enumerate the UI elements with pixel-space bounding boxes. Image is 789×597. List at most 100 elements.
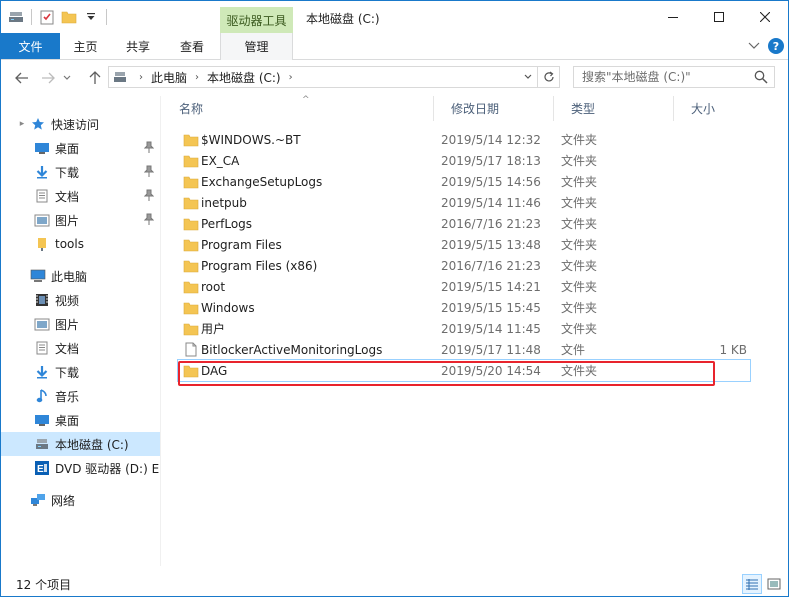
pin-icon[interactable] (143, 213, 155, 228)
address-bar[interactable]: › 此电脑 › 本地磁盘 (C:) › (108, 66, 560, 88)
sidebar-item-downloads-pc[interactable]: 下载 (1, 360, 160, 384)
pin-icon[interactable] (143, 165, 155, 180)
dvd-drive-icon: E (33, 459, 51, 477)
file-type: 文件夹 (561, 238, 598, 252)
breadcrumb-separator[interactable]: › (195, 72, 199, 83)
list-item[interactable]: 用户 2019/5/14 11:45 文件夹 (178, 318, 750, 339)
download-icon (33, 163, 51, 181)
file-type: 文件夹 (561, 364, 598, 378)
sidebar-item-dvd-drive[interactable]: E DVD 驱动器 (D:) E (1, 456, 160, 480)
sidebar-item-local-disk[interactable]: 本地磁盘 (C:) (1, 432, 160, 456)
up-button[interactable] (86, 68, 104, 88)
minimize-button[interactable] (650, 1, 696, 33)
list-item[interactable]: PerfLogs 2016/7/16 21:23 文件夹 (178, 213, 750, 234)
column-header-size[interactable]: 大小 (674, 96, 754, 121)
sidebar-item-downloads[interactable]: 下载 (1, 160, 160, 184)
breadcrumb-this-pc[interactable]: 此电脑 (151, 67, 187, 87)
new-folder-icon[interactable] (60, 8, 78, 26)
tab-manage[interactable]: 管理 (220, 33, 293, 60)
list-item[interactable]: DAG 2019/5/20 14:54 文件夹 (177, 359, 751, 382)
sidebar-item-label: 桌面 (55, 413, 80, 428)
file-list: $WINDOWS.~BT 2019/5/14 12:32 文件夹 EX_CA 2… (162, 129, 788, 389)
search-box[interactable] (573, 66, 775, 88)
sidebar-item-quick-access[interactable]: ▸ 快速访问 (1, 112, 160, 136)
file-type: 文件夹 (561, 322, 598, 336)
drive-tools-context-label: 驱动器工具 (220, 7, 293, 33)
list-item[interactable]: inetpub 2019/5/14 11:46 文件夹 (178, 192, 750, 213)
folder-icon (183, 153, 199, 169)
sidebar-item-videos[interactable]: 视频 (1, 288, 160, 312)
file-type: 文件夹 (561, 175, 598, 189)
video-icon (33, 291, 51, 309)
maximize-icon (714, 12, 724, 22)
details-view-icon (746, 579, 758, 590)
folder-icon (183, 195, 199, 211)
list-item[interactable]: $WINDOWS.~BT 2019/5/14 12:32 文件夹 (178, 129, 750, 150)
maximize-button[interactable] (696, 1, 742, 33)
column-header-date[interactable]: 修改日期 (434, 96, 554, 121)
column-headers: ^ 名称 修改日期 类型 大小 (162, 95, 788, 121)
sidebar-item-documents[interactable]: 文档 (1, 184, 160, 208)
sidebar-item-documents-pc[interactable]: 文档 (1, 336, 160, 360)
breadcrumb-separator[interactable]: › (289, 72, 293, 83)
list-item[interactable]: ExchangeSetupLogs 2019/5/15 14:56 文件夹 (178, 171, 750, 192)
back-button[interactable] (13, 68, 31, 88)
forward-button[interactable] (39, 68, 57, 88)
toolbar-separator (31, 9, 32, 25)
breadcrumb-separator[interactable]: › (139, 72, 143, 83)
tab-file[interactable]: 文件 (1, 33, 60, 59)
sidebar-item-pictures-pc[interactable]: 图片 (1, 312, 160, 336)
list-item[interactable]: BitlockerActiveMonitoringLogs 2019/5/17 … (178, 339, 750, 360)
sidebar-item-tools[interactable]: tools (1, 232, 160, 256)
sidebar-item-desktop[interactable]: 桌面 (1, 136, 160, 160)
expand-ribbon-button[interactable] (748, 39, 760, 53)
navigation-bar: › 此电脑 › 本地磁盘 (C:) › (1, 60, 788, 96)
svg-text:E: E (37, 464, 44, 475)
close-button[interactable] (742, 1, 788, 33)
tab-share[interactable]: 共享 (111, 33, 165, 59)
details-view-button[interactable] (742, 574, 762, 594)
pin-icon[interactable] (143, 189, 155, 204)
sidebar-item-desktop-pc[interactable]: 桌面 (1, 408, 160, 432)
computer-icon (29, 267, 47, 285)
file-type: 文件夹 (561, 259, 598, 273)
list-item[interactable]: Program Files 2019/5/15 13:48 文件夹 (178, 234, 750, 255)
file-name: inetpub (201, 195, 247, 210)
customize-toolbar-icon[interactable] (82, 8, 100, 26)
sidebar-item-network[interactable]: 网络 (1, 488, 160, 512)
refresh-button[interactable] (537, 67, 559, 87)
status-bar: 12 个项目 (1, 572, 788, 596)
pin-icon[interactable] (143, 141, 155, 156)
column-header-type[interactable]: 类型 (554, 96, 674, 121)
sidebar-item-label: 文档 (55, 341, 80, 356)
file-date: 2019/5/17 11:48 (441, 342, 541, 357)
toolbar-separator (106, 9, 107, 25)
recent-locations-button[interactable] (61, 68, 73, 88)
search-input[interactable] (574, 67, 750, 87)
column-header-name[interactable]: 名称 (162, 96, 434, 121)
list-item[interactable]: root 2019/5/15 14:21 文件夹 (178, 276, 750, 297)
address-history-button[interactable] (519, 67, 537, 87)
file-type: 文件夹 (561, 133, 598, 147)
file-name: root (201, 279, 226, 294)
properties-icon[interactable] (38, 8, 56, 26)
tab-view[interactable]: 查看 (165, 33, 219, 59)
tab-home[interactable]: 主页 (60, 33, 111, 59)
help-icon[interactable]: ? (768, 38, 784, 54)
file-name: PerfLogs (201, 216, 253, 231)
list-item[interactable]: Windows 2019/5/15 15:45 文件夹 (178, 297, 750, 318)
search-icon[interactable] (754, 70, 768, 87)
large-icons-view-button[interactable] (764, 574, 784, 594)
list-item[interactable]: Program Files (x86) 2016/7/16 21:23 文件夹 (178, 255, 750, 276)
chevron-down-icon[interactable]: ▸ (15, 119, 29, 129)
folder-icon (183, 132, 199, 148)
drive-icon[interactable] (7, 8, 25, 26)
sidebar-item-this-pc[interactable]: 此电脑 (1, 264, 160, 288)
list-item[interactable]: EX_CA 2019/5/17 18:13 文件夹 (178, 150, 750, 171)
explorer-window: 驱动器工具 本地磁盘 (C:) 文件 主页 共享 查看 管理 ? › 此电脑 ›… (0, 0, 789, 597)
sidebar-item-music[interactable]: 音乐 (1, 384, 160, 408)
title-bar: 驱动器工具 本地磁盘 (C:) (1, 1, 788, 33)
sidebar-item-pictures[interactable]: 图片 (1, 208, 160, 232)
sidebar-item-label: 此电脑 (51, 269, 88, 284)
breadcrumb-local-disk[interactable]: 本地磁盘 (C:) (207, 67, 281, 87)
